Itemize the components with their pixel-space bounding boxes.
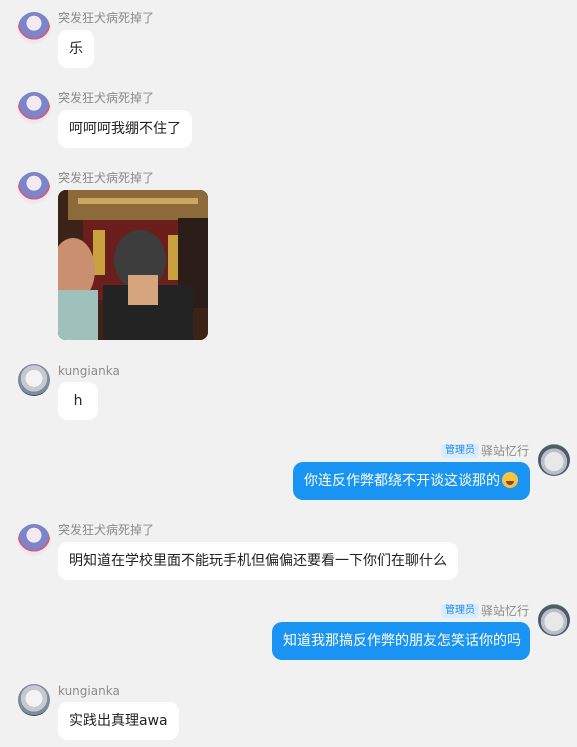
message-bubble[interactable]: 知道我那搞反作弊的朋友怎笑话你的吗 <box>272 622 530 660</box>
avatar[interactable] <box>18 172 50 204</box>
photo-image <box>58 190 208 340</box>
avatar[interactable] <box>538 444 570 476</box>
avatar[interactable] <box>538 604 570 636</box>
message-bubble[interactable]: 乐 <box>58 30 94 68</box>
message-bubble[interactable]: h <box>58 382 98 420</box>
message-bubble[interactable]: 你连反作弊都绕不开谈这谈那的 <box>293 462 530 500</box>
laughing-emoji-icon <box>502 472 518 488</box>
sender-name[interactable]: 驿站忆行 <box>481 604 529 618</box>
admin-badge: 管理员 <box>441 444 479 458</box>
avatar[interactable] <box>18 684 50 716</box>
avatar[interactable] <box>18 12 50 44</box>
image-message[interactable] <box>58 190 208 340</box>
message-bubble[interactable]: 实践出真理awa <box>58 702 179 740</box>
sender-name[interactable]: 突发狂犬病死掉了 <box>58 11 154 25</box>
admin-badge: 管理员 <box>441 604 479 618</box>
message-text: 你连反作弊都绕不开谈这谈那的 <box>304 473 500 489</box>
avatar[interactable] <box>18 364 50 396</box>
sender-name[interactable]: 驿站忆行 <box>481 444 529 458</box>
sender-name[interactable]: 突发狂犬病死掉了 <box>58 171 154 185</box>
sender-name[interactable]: 突发狂犬病死掉了 <box>58 523 154 537</box>
sender-name[interactable]: kungianka <box>58 364 120 378</box>
message-bubble[interactable]: 明知道在学校里面不能玩手机但偏偏还要看一下你们在聊什么 <box>58 542 458 580</box>
sender-name[interactable]: 突发狂犬病死掉了 <box>58 91 154 105</box>
message-bubble[interactable]: 呵呵呵我绷不住了 <box>58 110 192 148</box>
avatar[interactable] <box>18 92 50 124</box>
avatar[interactable] <box>18 524 50 556</box>
sender-name[interactable]: kungianka <box>58 684 120 698</box>
